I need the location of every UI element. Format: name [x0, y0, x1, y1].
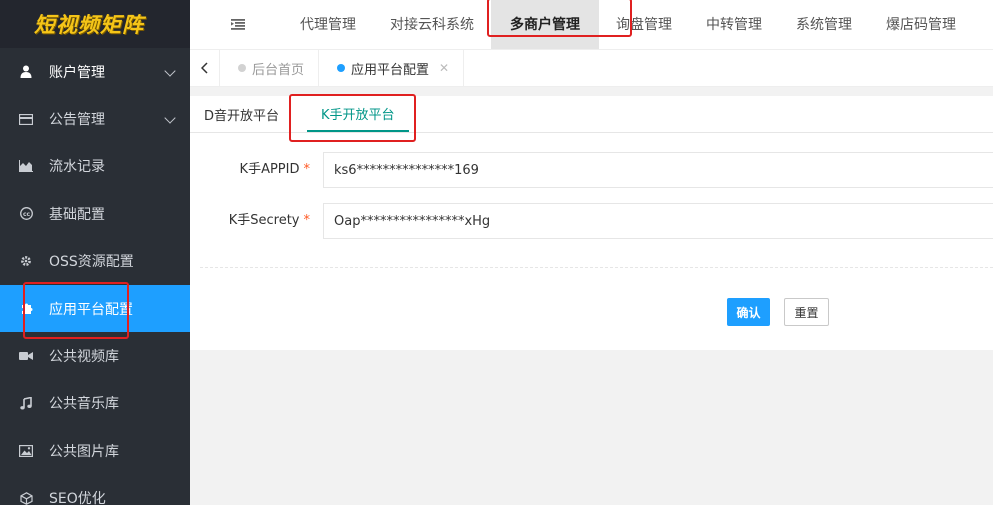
topnav-item-label: 对接云科系统	[390, 17, 474, 33]
sidebar-item-label: 公告管理	[49, 112, 105, 129]
topnav-item-multi-merchant[interactable]: 多商户管理	[491, 0, 599, 49]
confirm-button[interactable]: 确认	[727, 298, 770, 326]
required-mark: *	[303, 213, 311, 228]
topnav-item-label: 代理管理	[300, 17, 356, 33]
topnav-item-label: 中转管理	[706, 17, 762, 33]
field-label: K手APPID	[239, 162, 300, 177]
field-label: K手Secrety	[228, 213, 300, 228]
chevron-left-icon	[201, 62, 208, 74]
logo[interactable]: 短视频矩阵	[0, 0, 190, 48]
config-panel: D音开放平台 K手开放平台 K手APPID* K手Secrety* 确认 重置	[190, 96, 993, 350]
sidebar-item-app-platform-config[interactable]: 应用平台配置	[0, 284, 190, 333]
menu-toggle-button[interactable]	[190, 0, 286, 49]
secret-input[interactable]	[323, 203, 993, 239]
chevron-down-icon	[164, 65, 176, 77]
topnav-item-relay[interactable]: 中转管理	[689, 0, 779, 49]
cube-icon	[19, 491, 33, 505]
tab-label: 后台首页	[252, 62, 305, 78]
cc-icon: cc	[19, 207, 33, 221]
topnav-item-label: 爆店码管理	[886, 17, 956, 33]
sidebar-item-label: 账户管理	[49, 64, 105, 81]
required-mark: *	[303, 162, 311, 177]
puzzle-icon	[19, 302, 33, 316]
appid-row: K手APPID *	[190, 152, 993, 188]
page-tabs: 后台首页 应用平台配置 ✕	[190, 49, 993, 87]
sidebar-item-label: 公共音乐库	[49, 396, 119, 413]
video-icon	[19, 349, 33, 363]
svg-text:cc: cc	[22, 211, 30, 218]
sidebar: 短视频矩阵 账户管理 公告管理 流水记录 cc 基础配置 OSS资源配置 应用平…	[0, 0, 190, 505]
close-icon[interactable]: ✕	[439, 61, 449, 75]
sidebar-item-oss-config[interactable]: OSS资源配置	[0, 238, 190, 285]
tab-home[interactable]: 后台首页	[220, 49, 320, 87]
sidebar-item-basic-config[interactable]: cc 基础配置	[0, 190, 190, 237]
topnav-item-cloud[interactable]: 对接云科系统	[373, 0, 491, 49]
music-icon	[19, 396, 33, 410]
sidebar-item-seo[interactable]: SEO优化	[0, 475, 190, 505]
secret-row: K手Secrety *	[190, 203, 993, 239]
secret-label: K手Secrety *	[229, 203, 310, 239]
sidebar-item-music-library[interactable]: 公共音乐库	[0, 380, 190, 427]
sidebar-item-video-library[interactable]: 公共视频库	[0, 332, 190, 379]
sidebar-item-label: 公共视频库	[49, 349, 119, 366]
tab-label: D音开放平台	[204, 108, 280, 124]
reset-button[interactable]: 重置	[784, 298, 829, 326]
tabs-scroll-left-button[interactable]	[190, 49, 220, 87]
topnav-item-agent[interactable]: 代理管理	[286, 0, 373, 49]
platform-tabs: D音开放平台 K手开放平台	[190, 96, 993, 133]
tab-label: K手开放平台	[321, 107, 395, 123]
image-icon	[19, 444, 33, 458]
appid-input[interactable]	[323, 152, 993, 188]
sidebar-item-label: 流水记录	[49, 159, 105, 176]
tab-app-platform-config[interactable]: 应用平台配置 ✕	[319, 49, 465, 87]
topnav-item-label: 系统管理	[796, 17, 852, 33]
topnav-item-inquiry[interactable]: 询盘管理	[599, 0, 689, 49]
logo-text: 短视频矩阵	[34, 13, 144, 37]
topnav-item-label: 询盘管理	[616, 17, 672, 33]
sidebar-item-label: OSS资源配置	[49, 254, 134, 271]
sidebar-item-label: 公共图片库	[49, 443, 119, 460]
tab-status-dot	[238, 64, 246, 72]
user-icon	[19, 65, 33, 79]
sidebar-item-label: 基础配置	[49, 206, 105, 223]
appid-label: K手APPID *	[240, 152, 310, 188]
topnav-item-system[interactable]: 系统管理	[779, 0, 869, 49]
chevron-down-icon	[164, 112, 176, 124]
topnav-item-shop-code[interactable]: 爆店码管理	[869, 0, 973, 49]
menu-collapse-icon	[231, 18, 245, 30]
gear-icon	[19, 254, 33, 268]
card-icon	[19, 112, 33, 126]
area-chart-icon	[19, 159, 33, 173]
tab-status-dot	[337, 64, 346, 72]
sidebar-item-transactions[interactable]: 流水记录	[0, 143, 190, 190]
top-navigation: 代理管理 对接云科系统 多商户管理 询盘管理 中转管理 系统管理 爆店码管理	[190, 0, 993, 50]
topnav-item-label: 多商户管理	[510, 17, 580, 33]
tab-kuaishou-platform[interactable]: K手开放平台	[307, 96, 409, 132]
tab-label: 应用平台配置	[351, 62, 430, 78]
sidebar-item-label: 应用平台配置	[49, 301, 133, 318]
tab-douyin-platform[interactable]: D音开放平台	[204, 96, 293, 132]
sidebar-item-account[interactable]: 账户管理	[0, 48, 190, 95]
form-divider	[200, 267, 993, 268]
sidebar-item-label: SEO优化	[49, 491, 106, 505]
sidebar-item-image-library[interactable]: 公共图片库	[0, 427, 190, 474]
sidebar-item-announcement[interactable]: 公告管理	[0, 95, 190, 142]
